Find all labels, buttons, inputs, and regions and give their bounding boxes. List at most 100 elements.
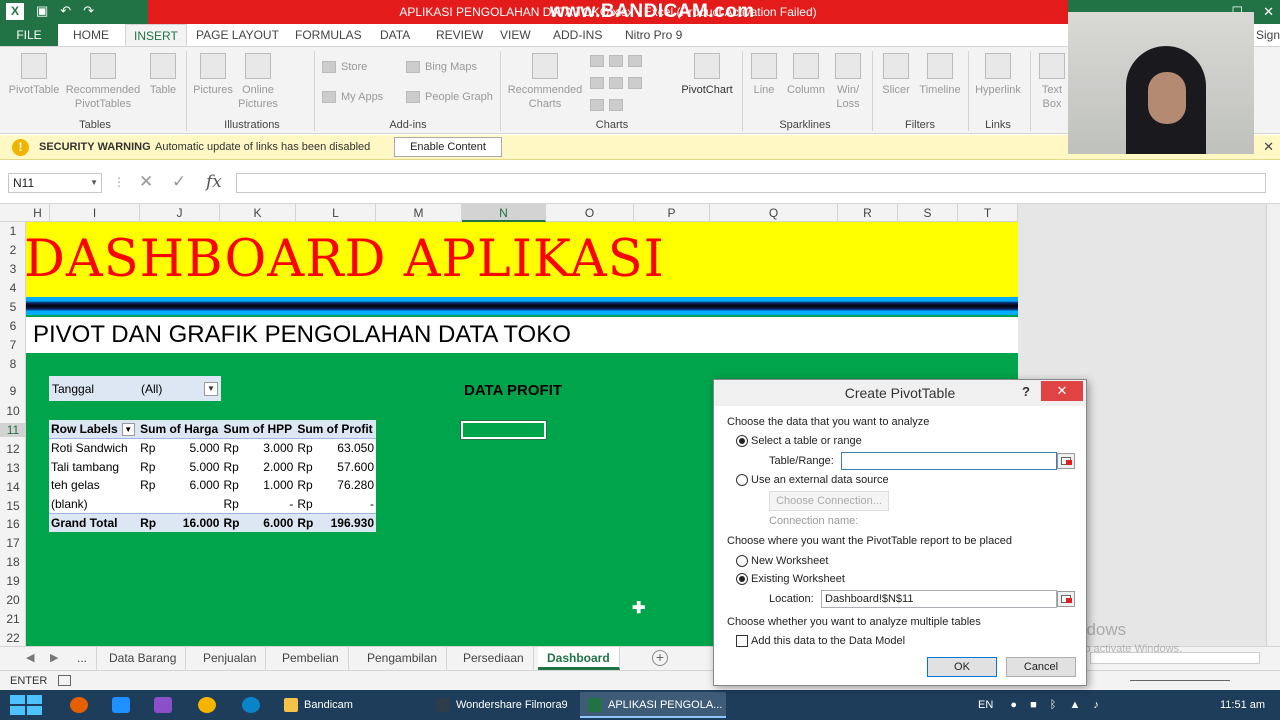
sheet-tab-pembelian[interactable]: Pembelian [273, 647, 349, 670]
select-range-radio[interactable] [736, 435, 748, 447]
sparkline-column-button[interactable]: Column [784, 53, 828, 97]
scroll-right-icon[interactable]: ▶ [50, 651, 58, 664]
sheet-tab-penjualan[interactable]: Penjualan [194, 647, 267, 670]
text-box-button[interactable]: Text Box [1036, 53, 1068, 111]
column-header[interactable]: H [26, 204, 50, 222]
sparkline-winloss-button[interactable]: Win/ Loss [832, 53, 864, 111]
slicer-button[interactable]: Slicer [878, 53, 914, 97]
column-header[interactable]: K [220, 204, 296, 222]
visual-studio-icon[interactable] [154, 697, 172, 713]
row-header[interactable]: 13 [0, 461, 26, 475]
row-header[interactable]: 4 [0, 281, 26, 295]
sheet-tab-more[interactable]: ... [68, 647, 98, 670]
column-header-selected[interactable]: N [462, 204, 546, 222]
column-header[interactable]: Q [710, 204, 838, 222]
collapse-dialog-icon[interactable] [1057, 591, 1075, 607]
column-header[interactable]: O [546, 204, 634, 222]
tab-data[interactable]: DATA [380, 24, 410, 46]
column-header[interactable]: S [898, 204, 958, 222]
row-header[interactable]: 20 [0, 593, 26, 607]
table-button[interactable]: Table [145, 53, 181, 97]
line-chart-dropdown[interactable] [590, 77, 642, 89]
data-model-checkbox[interactable] [736, 635, 748, 647]
redo-icon[interactable]: ↷ [83, 3, 94, 20]
recommended-charts-button[interactable]: Recommended Charts [504, 53, 586, 111]
sheet-tab-pengambilan[interactable]: Pengambilan [358, 647, 448, 670]
recommended-pivottables-button[interactable]: Recommended PivotTables [63, 53, 143, 111]
ok-button[interactable]: OK [927, 657, 997, 677]
zoom-slider[interactable] [1130, 680, 1230, 681]
external-source-label[interactable]: Use an external data source [751, 474, 889, 486]
row-header[interactable]: 3 [0, 262, 26, 276]
bing-maps-button[interactable]: Bing Maps [406, 61, 477, 73]
row-labels-dropdown-icon[interactable]: ▼ [121, 423, 135, 437]
choose-connection-button[interactable]: Choose Connection... [769, 491, 889, 511]
pivot-table[interactable]: Row Labels ▼ Sum of Harga Sum of HPP Sum … [49, 420, 376, 533]
select-range-label[interactable]: Select a table or range [751, 435, 862, 447]
add-sheet-icon[interactable]: + [652, 650, 668, 666]
undo-icon[interactable]: ↶ [60, 3, 71, 20]
clock[interactable]: 11:51 am [1220, 690, 1265, 720]
windows-start-icon[interactable] [10, 695, 44, 717]
new-worksheet-radio[interactable] [736, 555, 748, 567]
cancel-entry-icon[interactable]: ✕ [139, 172, 153, 192]
confirm-entry-icon[interactable]: ✓ [172, 172, 186, 192]
column-header[interactable]: J [140, 204, 220, 222]
row-header[interactable]: 14 [0, 480, 26, 494]
row-header[interactable]: 16 [0, 517, 26, 531]
pictures-button[interactable]: Pictures [190, 53, 236, 97]
store-button[interactable]: Store [322, 61, 367, 73]
tab-formulas[interactable]: FORMULAS [295, 24, 362, 46]
existing-worksheet-label[interactable]: Existing Worksheet [751, 573, 845, 585]
bluetooth-icon[interactable]: ᛒ [1050, 699, 1057, 711]
close-icon[interactable]: ✕ [1263, 139, 1274, 155]
filter-dropdown-icon[interactable]: ▼ [204, 382, 218, 396]
taskbar-app-excel[interactable]: APLIKASI PENGOLA... [580, 692, 726, 718]
tab-nitro-pro[interactable]: Nitro Pro 9 [625, 24, 682, 46]
close-icon[interactable]: ✕ [1041, 381, 1083, 401]
macro-record-icon[interactable] [58, 675, 71, 686]
edge-icon[interactable] [242, 697, 260, 713]
sheet-tab-dashboard[interactable]: Dashboard [538, 647, 620, 670]
existing-worksheet-radio[interactable] [736, 573, 748, 585]
row-header[interactable]: 5 [0, 300, 26, 314]
row-header[interactable]: 6 [0, 319, 26, 333]
network-icon[interactable]: ▲ [1069, 699, 1080, 711]
chrome-icon[interactable] [198, 697, 216, 713]
sign-in-link[interactable]: Sign in [1256, 24, 1280, 64]
vertical-scrollbar[interactable] [1266, 204, 1280, 646]
save-icon[interactable]: ▣ [36, 3, 48, 20]
name-box[interactable]: N11 ▼ [8, 173, 102, 193]
enable-content-button[interactable]: Enable Content [394, 137, 502, 157]
pivottable-button[interactable]: PivotTable [6, 53, 62, 97]
internet-explorer-icon[interactable] [112, 697, 130, 713]
cancel-button[interactable]: Cancel [1006, 657, 1076, 677]
collapse-dialog-icon[interactable] [1057, 453, 1075, 469]
column-chart-dropdown[interactable] [590, 55, 642, 67]
tab-add-ins[interactable]: ADD-INS [553, 24, 602, 46]
volume-icon[interactable]: ♪ [1093, 699, 1099, 711]
external-source-radio[interactable] [736, 474, 748, 486]
row-header[interactable]: 2 [0, 243, 26, 257]
chevron-down-icon[interactable]: ▼ [90, 174, 98, 192]
row-header[interactable]: 1 [0, 224, 26, 238]
close-window-icon[interactable]: ✕ [1263, 0, 1274, 24]
online-pictures-button[interactable]: Online Pictures [236, 53, 280, 111]
row-header[interactable]: 18 [0, 555, 26, 569]
column-header[interactable]: L [296, 204, 376, 222]
location-input[interactable]: Dashboard!$N$11 [821, 590, 1057, 608]
data-model-label[interactable]: Add this data to the Data Model [751, 635, 905, 647]
more-options-icon[interactable]: ⋮ [113, 175, 125, 189]
row-header[interactable]: 12 [0, 442, 26, 456]
sheet-tab-persediaan[interactable]: Persediaan [454, 647, 534, 670]
tab-insert[interactable]: INSERT [125, 24, 187, 46]
language-indicator[interactable]: EN [978, 699, 993, 711]
row-header[interactable]: 8 [0, 357, 26, 371]
row-header[interactable]: 10 [0, 404, 26, 418]
insert-function-button[interactable]: fx [206, 172, 222, 192]
record-icon[interactable]: ● [1010, 699, 1017, 711]
my-apps-button[interactable]: My Apps [322, 91, 383, 103]
firefox-icon[interactable] [70, 697, 88, 713]
row-header[interactable]: 15 [0, 499, 26, 513]
tab-view[interactable]: VIEW [500, 24, 531, 46]
